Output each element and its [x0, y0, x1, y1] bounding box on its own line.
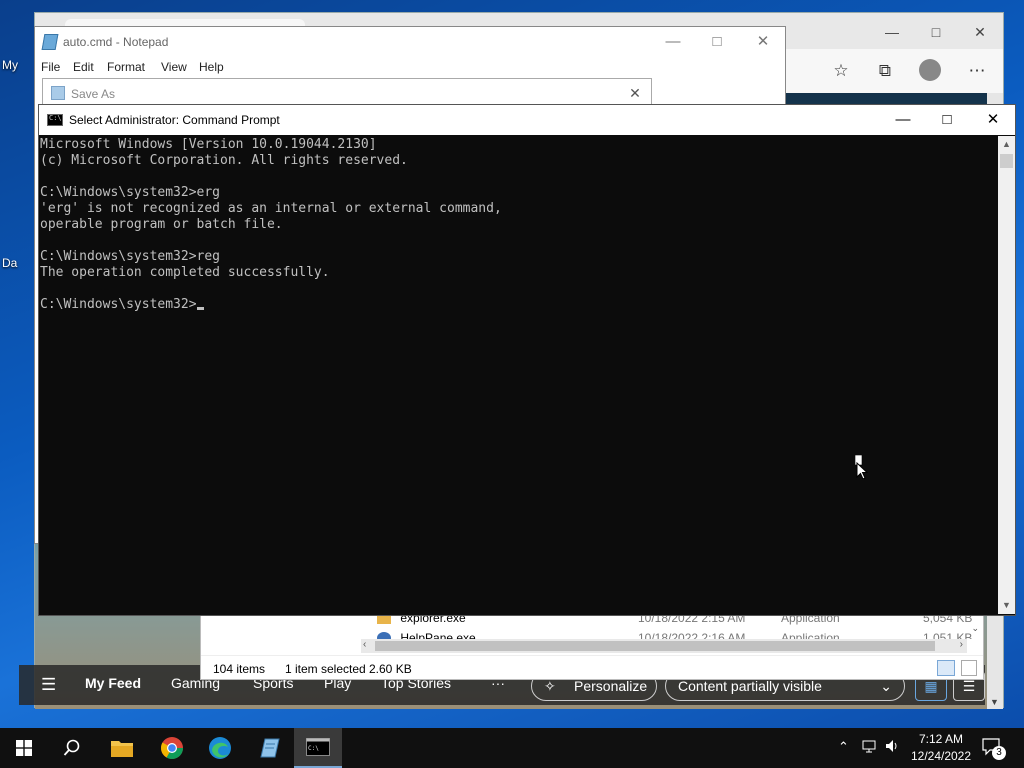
cmd-scrollbar[interactable]: ▲ ▼	[998, 136, 1015, 614]
maximize-icon[interactable]: □	[925, 109, 969, 131]
menu-view[interactable]: View	[161, 60, 187, 74]
horizontal-scrollbar[interactable]: ‹ ›	[361, 639, 967, 653]
more-options-icon[interactable]: ⋯	[965, 59, 989, 83]
profile-avatar-icon[interactable]	[919, 59, 941, 81]
volume-icon[interactable]	[884, 738, 900, 768]
desktop-icon-label[interactable]: My	[2, 58, 18, 72]
maximize-icon[interactable]: □	[697, 31, 737, 53]
notepad-title: auto.cmd - Notepad	[63, 35, 169, 49]
desktop-icon-label[interactable]: Da	[2, 256, 17, 270]
taskbar-edge[interactable]	[196, 728, 244, 768]
menu-format[interactable]: Format	[107, 60, 145, 74]
taskbar-clock[interactable]: 7:12 AM 12/24/2022	[906, 731, 976, 765]
large-icons-view-icon[interactable]	[961, 660, 977, 676]
save-as-icon	[51, 86, 65, 100]
command-prompt-window[interactable]: Select Administrator: Command Prompt — □…	[38, 104, 1016, 616]
menu-edit[interactable]: Edit	[73, 60, 94, 74]
scroll-down-icon[interactable]: ▼	[990, 697, 999, 707]
details-view-icon[interactable]	[937, 660, 955, 676]
cmd-titlebar[interactable]: Select Administrator: Command Prompt — □…	[39, 105, 1015, 135]
scroll-up-icon[interactable]: ▲	[998, 136, 1015, 153]
cmd-icon: C:\	[306, 738, 330, 756]
scroll-right-icon[interactable]: ›	[960, 639, 963, 650]
taskbar-chrome[interactable]	[148, 728, 196, 768]
maximize-icon[interactable]: □	[925, 21, 947, 43]
close-icon[interactable]: ✕	[625, 83, 645, 103]
file-type: Application	[781, 631, 840, 639]
console-line: operable program or batch file.	[40, 217, 283, 232]
mouse-pointer-icon	[855, 455, 869, 479]
scroll-down-icon[interactable]: ▼	[998, 597, 1015, 614]
console-line: (c) Microsoft Corporation. All rights re…	[40, 153, 408, 168]
folder-icon	[111, 741, 133, 757]
taskbar-file-explorer[interactable]	[98, 728, 146, 768]
cmd-title: Select Administrator: Command Prompt	[69, 113, 280, 127]
personalize-label: Personalize	[574, 678, 648, 694]
taskbar: C:\ ⌃ 7:12 AM 12/24/2022 3	[0, 728, 1024, 768]
text-cursor	[196, 307, 204, 310]
console-line: The operation completed successfully.	[40, 265, 330, 280]
search-icon	[63, 739, 80, 756]
selected-size: 2.60 KB	[369, 662, 412, 676]
menu-file[interactable]: File	[41, 60, 60, 74]
notepad-icon	[260, 738, 280, 758]
minimize-icon[interactable]: —	[881, 109, 925, 131]
notification-center-button[interactable]: 3	[982, 738, 1008, 760]
minimize-icon[interactable]: —	[881, 21, 903, 43]
notepad-titlebar[interactable]: auto.cmd - Notepad — □ ✕	[35, 27, 785, 57]
close-icon[interactable]: ✕	[743, 31, 783, 53]
clock-time: 7:12 AM	[918, 732, 964, 746]
notepad-icon	[41, 34, 59, 50]
content-visibility-label: Content partially visible	[678, 678, 822, 694]
file-size: 1,051 KB	[923, 631, 973, 639]
taskbar-command-prompt[interactable]: C:\	[294, 728, 342, 768]
minimize-icon[interactable]: —	[653, 31, 693, 53]
help-icon	[377, 632, 391, 639]
console-prompt-line[interactable]: C:\Windows\system32>	[40, 297, 998, 313]
clock-date: 12/24/2022	[910, 749, 972, 763]
console-line: Microsoft Windows [Version 10.0.19044.21…	[40, 137, 377, 152]
save-as-title: Save As	[71, 87, 116, 101]
hamburger-menu-icon[interactable]: ☰	[41, 675, 56, 695]
console-line: C:\Windows\system32>erg	[40, 185, 221, 200]
explorer-status-bar: 104 items 1 item selected 2.60 KB	[201, 655, 983, 679]
start-button[interactable]	[0, 728, 48, 768]
favorites-icon[interactable]: ☆	[829, 59, 853, 83]
scroll-left-icon[interactable]: ‹	[363, 639, 366, 650]
scroll-down-icon[interactable]: ⌄	[971, 623, 979, 634]
file-date: 10/18/2022 2:16 AM	[638, 631, 746, 639]
windows-logo-icon	[16, 740, 32, 756]
console-line: 'erg' is not recognized as an internal o…	[40, 201, 502, 216]
close-icon[interactable]: ✕	[969, 21, 991, 43]
menu-help[interactable]: Help	[199, 60, 224, 74]
notepad-menubar: File Edit Format View Help	[35, 57, 785, 77]
scrollbar-thumb[interactable]	[375, 641, 935, 651]
network-icon[interactable]	[862, 738, 878, 768]
console-line: C:\Windows\system32>reg	[40, 249, 221, 264]
notification-count-badge: 3	[992, 746, 1006, 760]
console-output[interactable]: Microsoft Windows [Version 10.0.19044.21…	[40, 136, 998, 614]
chrome-icon	[161, 737, 183, 759]
search-button[interactable]	[48, 728, 96, 768]
show-hidden-icons-chevron-icon[interactable]: ⌃	[838, 739, 849, 768]
svg-text:C:\: C:\	[308, 745, 319, 752]
file-name: HelpPane.exe	[400, 631, 476, 639]
scrollbar-thumb[interactable]	[1000, 154, 1013, 168]
cmd-icon	[47, 114, 63, 126]
console-prompt: C:\Windows\system32>	[40, 297, 197, 312]
file-row[interactable]: HelpPane.exe	[377, 631, 476, 639]
item-count: 104 items	[213, 662, 266, 676]
collections-icon[interactable]: ⧉	[873, 59, 897, 83]
edge-icon	[209, 737, 231, 759]
feed-tab-my-feed[interactable]: My Feed	[85, 675, 141, 691]
taskbar-notepad[interactable]	[246, 728, 294, 768]
close-icon[interactable]: ✕	[971, 109, 1015, 131]
selected-count: 1 item selected	[285, 662, 366, 676]
